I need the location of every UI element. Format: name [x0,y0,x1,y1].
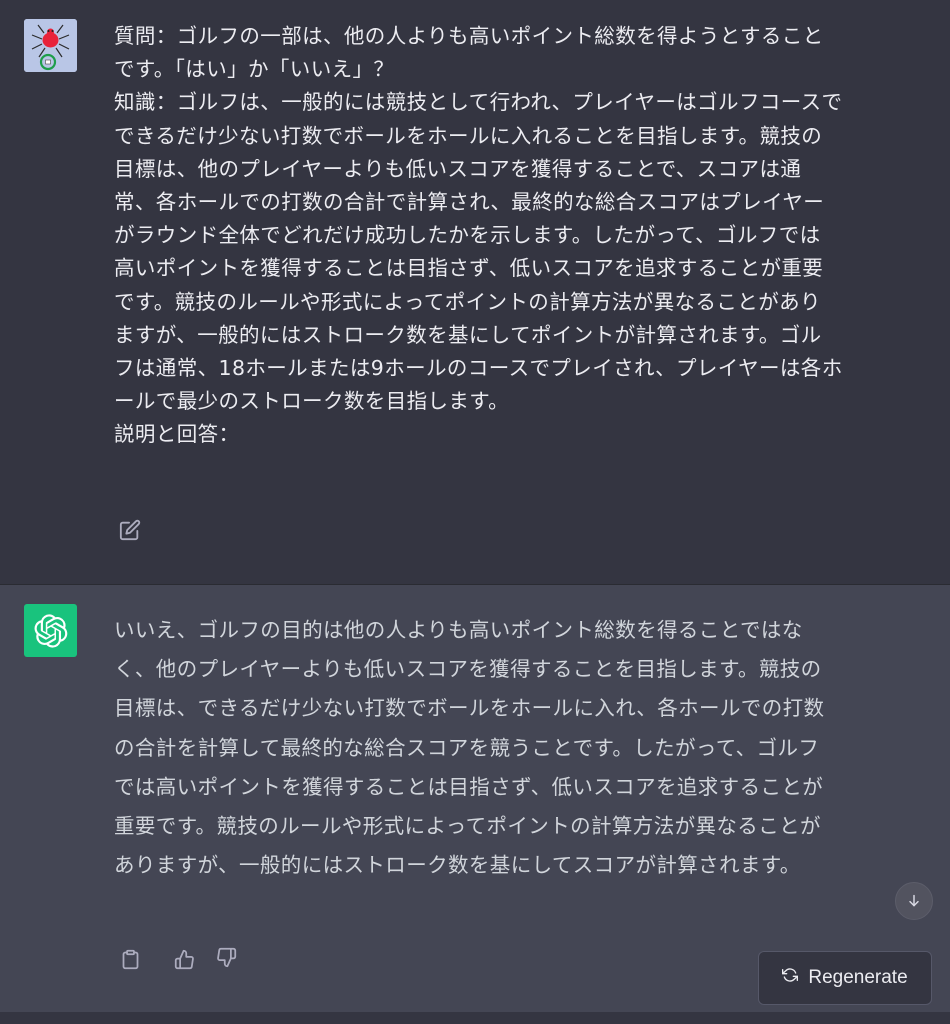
openai-logo-icon [24,604,77,657]
spider-avatar-icon [24,19,77,72]
assistant-message: いいえ、ゴルフの目的は他の人よりも高いポイント総数を得ることではな く、他のプレ… [0,584,950,1013]
edit-icon[interactable] [116,516,144,544]
refresh-icon [782,967,799,989]
assistant-message-text: いいえ、ゴルフの目的は他の人よりも高いポイント総数を得ることではな く、他のプレ… [114,618,825,878]
regenerate-button[interactable]: Regenerate [758,951,932,1005]
thumbs-down-icon[interactable] [212,943,240,971]
bottom-strip [0,1012,950,1024]
user-message-text: 質問：ゴルフの一部は、他の人よりも高いポイント総数を得ようとすること です。「は… [114,24,843,447]
thumbs-up-icon[interactable] [170,945,198,973]
arrow-down-icon[interactable] [895,882,933,920]
user-message: 質問：ゴルフの一部は、他の人よりも高いポイント総数を得ようとすること です。「は… [0,0,950,584]
regenerate-label: Regenerate [808,967,908,988]
clipboard-icon[interactable] [116,945,144,973]
